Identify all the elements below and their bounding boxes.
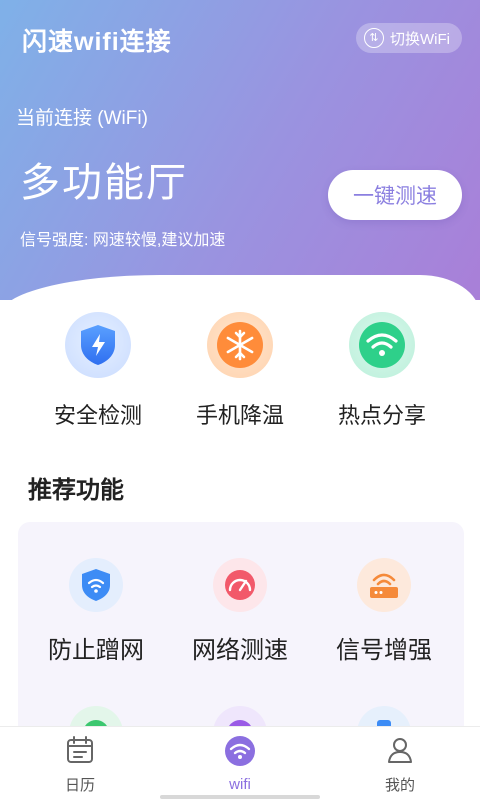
wifi-icon [349,312,415,378]
swap-icon: ⇅ [364,28,384,48]
signal-status: 信号强度: 网速较慢,建议加速 [20,232,226,249]
nav-label: 日历 [64,777,95,794]
nav-item-profile[interactable]: 我的 [350,735,450,795]
tool-security-check[interactable]: 安全检测 [28,312,168,430]
nav-item-wifi[interactable]: wifi [190,735,290,793]
nav-label: 我的 [384,777,415,794]
recommend-label: 信号增强 [336,637,432,664]
recommend-label: 网络测速 [192,637,288,664]
shield-bolt-icon [65,312,131,378]
tool-row: 安全检测 手机降温 热点分享 [0,312,480,432]
recommend-card: 防止蹭网 网络测速 信号增强 [18,522,464,752]
home-indicator [160,795,320,799]
speedometer-icon [213,558,267,612]
current-connection-label: 当前连接 (WiFi) [16,108,148,129]
tool-hotspot-share[interactable]: 热点分享 [312,312,452,430]
user-icon [388,738,412,763]
switch-wifi-button[interactable]: ⇅ 切换WiFi [356,23,462,53]
snowflake-icon [207,312,273,378]
recommend-item-signal-boost[interactable]: 信号增强 [310,558,458,665]
speed-test-button[interactable]: 一键测速 [328,170,462,220]
wifi-icon [225,736,255,766]
recommend-label: 防止蹭网 [48,637,144,664]
section-title: 推荐功能 [28,477,124,504]
tool-label: 安全检测 [53,403,142,428]
calendar-icon [67,736,93,763]
nav-label: wifi [229,776,251,793]
tool-label: 手机降温 [195,403,284,428]
app-title: 闪速wifi连接 [22,28,172,56]
switch-wifi-label: 切换WiFi [390,30,450,48]
router-icon [357,558,411,612]
recommend-item-anti-leech[interactable]: 防止蹭网 [22,558,170,665]
wifi-shield-icon [69,558,123,612]
tool-label: 热点分享 [337,403,426,428]
nav-item-calendar[interactable]: 日历 [30,735,130,795]
network-name: 多功能厅 [20,161,188,205]
recommend-item-speed-test[interactable]: 网络测速 [166,558,314,665]
tool-phone-cooling[interactable]: 手机降温 [170,312,310,430]
bottom-nav: 日历 wifi 我的 [0,726,480,800]
